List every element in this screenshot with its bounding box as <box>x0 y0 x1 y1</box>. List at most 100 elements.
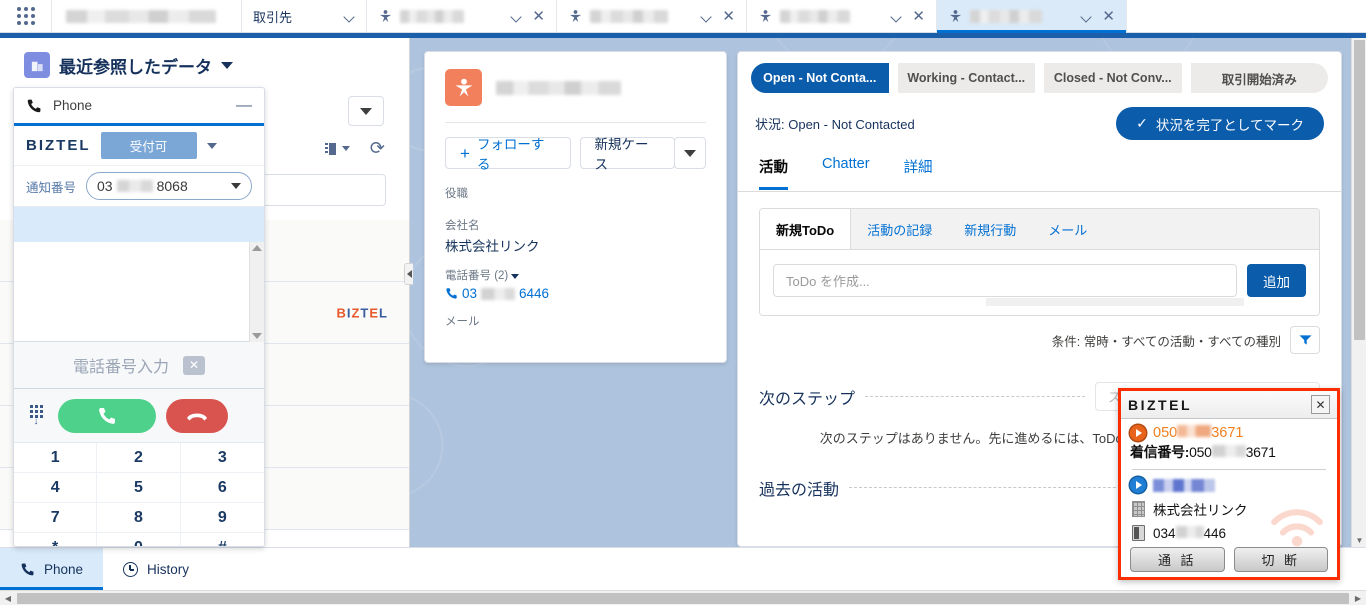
popup-contact-line <box>1130 477 1328 493</box>
scroll-down-icon[interactable] <box>252 333 262 339</box>
chevron-down-icon[interactable] <box>221 62 233 69</box>
cti-call-list <box>14 242 264 342</box>
dialpad-key-6[interactable]: 6 <box>181 473 264 503</box>
chevron-down-icon <box>684 150 696 157</box>
panel-collapse-handle[interactable] <box>404 263 413 285</box>
scroll-left-icon[interactable]: ◀ <box>0 594 16 603</box>
composer-tab-log-call[interactable]: 活動の記録 <box>851 209 948 249</box>
dialpad-key-1[interactable]: 1 <box>14 443 97 473</box>
dialpad-key-3[interactable]: 3 <box>181 443 264 473</box>
new-case-button[interactable]: 新規ケース <box>580 137 675 169</box>
minimize-icon[interactable]: — <box>236 98 252 114</box>
tab-chatter[interactable]: Chatter <box>822 156 870 182</box>
cti-selected-row[interactable] <box>14 206 264 242</box>
outgoing-match-icon <box>1130 477 1146 493</box>
follow-button[interactable]: + フォローする <box>445 137 571 169</box>
refresh-icon[interactable]: ⟳ <box>370 138 385 159</box>
close-icon[interactable]: ✕ <box>722 9 735 24</box>
hangup-button[interactable] <box>166 399 228 433</box>
vertical-scrollbar-thumb[interactable] <box>1354 40 1365 340</box>
path-step-open[interactable]: Open - Not Conta... <box>751 63 889 93</box>
scroll-down-icon[interactable]: ▼ <box>1352 536 1366 545</box>
chevron-down-icon[interactable] <box>1081 11 1092 22</box>
horizontal-scrollbar[interactable]: ◀ ▶ <box>0 590 1366 605</box>
close-icon[interactable]: ✕ <box>532 9 545 24</box>
chevron-down-icon[interactable] <box>891 11 902 22</box>
close-icon[interactable]: ✕ <box>1311 395 1330 414</box>
field-label-phone[interactable]: 電話番号 (2) <box>445 267 706 283</box>
tab-object-label: 取引先 <box>253 7 292 26</box>
app-name-label[interactable] <box>52 0 242 32</box>
dialpad-key-4[interactable]: 4 <box>14 473 97 503</box>
tab-record-2[interactable]: ✕ <box>557 0 747 32</box>
app-name-redacted <box>66 10 216 23</box>
popup-phone-redacted <box>1176 526 1204 538</box>
browser-tab-bar: 取引先 ✕ ✕ <box>0 0 1366 33</box>
scroll-right-icon[interactable]: ▶ <box>1350 594 1366 603</box>
tab-record-1[interactable]: ✕ <box>367 0 557 32</box>
chevron-down-icon[interactable] <box>511 11 522 22</box>
dialpad-key-star[interactable]: * <box>14 533 97 547</box>
dialpad-key-0[interactable]: 0 <box>97 533 180 547</box>
tab-record-label-redacted <box>780 10 850 23</box>
incoming-redacted <box>1212 445 1246 457</box>
cti-list-scrollbar[interactable] <box>249 242 264 342</box>
composer-tab-email[interactable]: メール <box>1032 209 1103 249</box>
tab-record-label-redacted <box>970 10 1042 23</box>
todo-input[interactable]: ToDo を作成... <box>773 264 1237 297</box>
call-button[interactable] <box>58 399 156 433</box>
contact-avatar-icon <box>445 69 482 106</box>
chevron-down-icon[interactable] <box>701 11 712 22</box>
utility-item-phone[interactable]: Phone <box>0 548 103 590</box>
vertical-scrollbar[interactable]: ▼ <box>1351 38 1366 547</box>
path-step-working[interactable]: Working - Contact... <box>898 63 1036 93</box>
dialpad-key-hash[interactable]: # <box>181 533 264 547</box>
keypad-icon[interactable]: ↓ <box>24 405 48 426</box>
field-value-phone[interactable]: 036446 <box>445 286 706 301</box>
hangup-call-button[interactable]: 切 断 <box>1234 547 1329 572</box>
dialpad-key-7[interactable]: 7 <box>14 503 97 533</box>
dialpad-key-9[interactable]: 9 <box>181 503 264 533</box>
list-view-title-group[interactable]: 最近参照したデータ <box>24 52 233 78</box>
composer-tab-new-task[interactable]: 新規ToDo <box>760 209 851 249</box>
dial-input-placeholder: 電話番号入力 <box>73 353 169 377</box>
chevron-down-icon[interactable] <box>207 143 217 149</box>
tab-record-3[interactable]: ✕ <box>747 0 937 32</box>
tab-controls: ✕ <box>701 9 735 24</box>
dialpad-key-8[interactable]: 8 <box>97 503 180 533</box>
notify-number-select[interactable]: 038068 <box>86 172 252 200</box>
tab-record-label-redacted <box>590 10 668 23</box>
clear-icon[interactable]: ✕ <box>183 356 205 375</box>
horizontal-scrollbar-thumb[interactable] <box>17 593 1349 604</box>
filter-button[interactable] <box>1290 326 1320 354</box>
tab-details[interactable]: 詳細 <box>904 156 933 187</box>
add-todo-button[interactable]: 追加 <box>1247 264 1306 297</box>
more-actions-button[interactable] <box>674 137 706 169</box>
path-step-closed[interactable]: Closed - Not Conv... <box>1044 63 1182 93</box>
close-icon[interactable]: ✕ <box>1102 9 1115 24</box>
phone-prefix: 03 <box>462 286 477 301</box>
activity-filter-text: 条件: 常時・すべての活動・すべての種別 <box>1052 331 1281 350</box>
mark-status-complete-button[interactable]: ✓ 状況を完了としてマーク <box>1116 107 1324 140</box>
tab-object-accounts[interactable]: 取引先 <box>242 0 367 32</box>
tab-record-4-active[interactable]: ✕ <box>937 0 1127 32</box>
cti-header: Phone — <box>14 88 264 126</box>
chevron-down-icon[interactable] <box>344 11 355 22</box>
contact-action-buttons: + フォローする 新規ケース <box>445 137 706 169</box>
app-launcher-icon[interactable] <box>0 0 52 32</box>
path-step-converted[interactable]: 取引開始済み <box>1191 63 1329 93</box>
display-as-icon[interactable] <box>325 143 350 155</box>
tab-activity[interactable]: 活動 <box>759 156 788 190</box>
utility-item-history[interactable]: History <box>103 548 209 590</box>
answer-call-button[interactable]: 通 話 <box>1130 547 1225 572</box>
biztel-brand-label: BIZTEL <box>336 305 388 320</box>
cti-dial-input-row[interactable]: 電話番号入力 ✕ <box>14 342 264 389</box>
cti-call-controls: ↓ <box>14 389 264 443</box>
scroll-up-icon[interactable] <box>252 245 262 251</box>
composer-tab-new-event[interactable]: 新規行動 <box>948 209 1032 249</box>
agent-status-badge[interactable]: 受付可 <box>101 132 197 159</box>
list-view-actions-button[interactable] <box>348 96 384 126</box>
dialpad-key-2[interactable]: 2 <box>97 443 180 473</box>
close-icon[interactable]: ✕ <box>912 9 925 24</box>
dialpad-key-5[interactable]: 5 <box>97 473 180 503</box>
